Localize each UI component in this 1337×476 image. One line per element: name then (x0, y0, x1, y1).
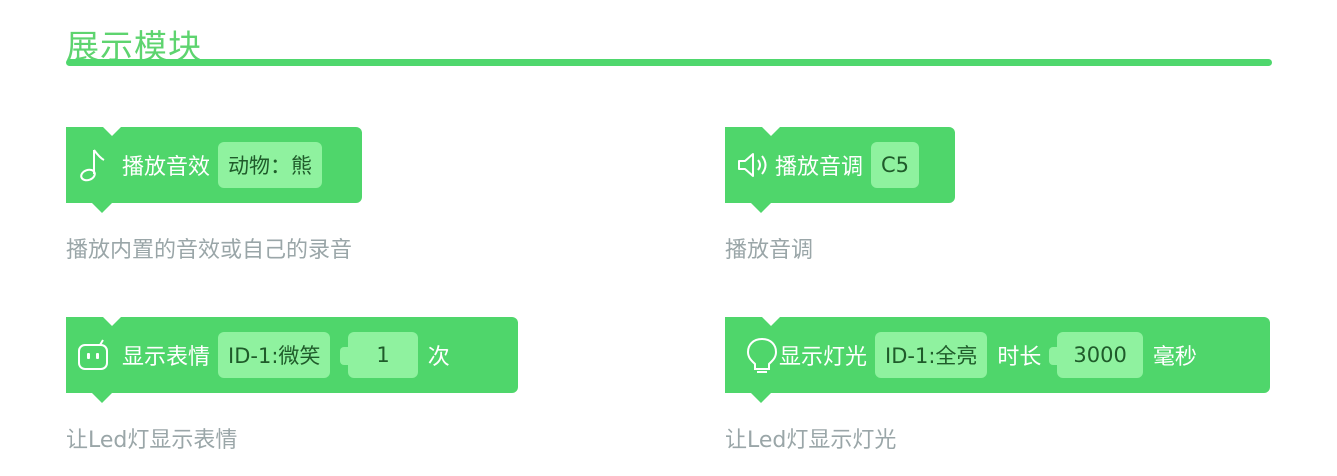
expression-select[interactable]: ID-1:微笑 (218, 332, 331, 378)
robot-face-icon (74, 336, 112, 374)
play-sound-description: 播放内置的音效或自己的录音 (66, 238, 353, 263)
speaker-icon (733, 146, 771, 184)
bulb-icon (745, 336, 779, 374)
light-select[interactable]: ID-1:全亮 (875, 332, 988, 378)
section-divider (66, 59, 1272, 66)
show-light-block[interactable]: 显示灯光 ID-1:全亮 时长 3000 毫秒 (725, 316, 1270, 403)
show-light-label: 显示灯光 (779, 345, 868, 370)
music-note-icon (74, 146, 112, 184)
show-expression-description: 让Led灯显示表情 (66, 428, 238, 453)
duration-label: 时长 (997, 345, 1042, 370)
tone-select[interactable]: C5 (871, 142, 920, 188)
play-tone-description: 播放音调 (725, 238, 814, 263)
duration-unit-label: 毫秒 (1152, 345, 1197, 370)
show-expression-block[interactable]: 显示表情 ID-1:微笑 1 次 (66, 316, 518, 403)
sound-select[interactable]: 动物：熊 (218, 142, 323, 188)
expression-unit-label: 次 (427, 345, 450, 370)
expression-count-input[interactable]: 1 (340, 332, 418, 378)
play-sound-label: 播放音效 (122, 155, 211, 180)
play-tone-label: 播放音调 (775, 155, 864, 180)
duration-input[interactable]: 3000 (1049, 332, 1143, 378)
play-sound-block[interactable]: 播放音效 动物：熊 (66, 126, 362, 213)
play-tone-block[interactable]: 播放音调 C5 (725, 126, 955, 213)
show-expression-label: 显示表情 (122, 345, 211, 370)
show-light-description: 让Led灯显示灯光 (725, 428, 897, 453)
